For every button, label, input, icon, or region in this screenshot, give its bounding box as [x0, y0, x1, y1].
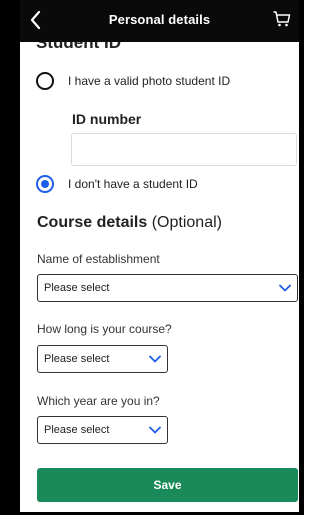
id-number-label: ID number	[72, 111, 142, 127]
course-details-heading: Course details	[37, 214, 148, 231]
radio-label: I don't have a student ID	[68, 177, 198, 191]
radio-button-selected[interactable]	[36, 175, 54, 193]
chevron-down-icon	[279, 284, 291, 292]
course-length-select[interactable]: Please select	[37, 345, 168, 373]
optional-tag: (Optional)	[151, 214, 222, 231]
id-number-input[interactable]	[71, 133, 297, 166]
radio-no-student-id[interactable]: I don't have a student ID	[36, 175, 198, 193]
radio-button[interactable]	[36, 72, 54, 90]
page-title: Personal details	[108, 12, 211, 27]
course-length-select-value: Please select	[44, 353, 110, 365]
year-select-value: Please select	[44, 424, 110, 436]
chevron-down-icon	[149, 355, 161, 363]
year-select[interactable]: Please select	[37, 416, 168, 444]
establishment-select-value: Please select	[44, 282, 110, 294]
app-header: Personal details	[20, 0, 299, 42]
course-details-title: Course details (Optional)	[37, 214, 222, 232]
radio-valid-student-id[interactable]: I have a valid photo student ID	[36, 72, 230, 90]
form-content: Student ID I have a valid photo student …	[20, 42, 299, 512]
year-label: Which year are you in?	[37, 394, 160, 408]
course-length-label: How long is your course?	[37, 322, 172, 336]
establishment-select[interactable]: Please select	[37, 274, 298, 302]
chevron-down-icon	[149, 426, 161, 434]
save-button[interactable]: Save	[37, 468, 298, 502]
establishment-label: Name of establishment	[37, 252, 160, 266]
student-id-heading: Student ID	[36, 42, 121, 52]
radio-label: I have a valid photo student ID	[68, 74, 231, 88]
right-frame	[299, 0, 304, 515]
cart-icon[interactable]	[272, 9, 292, 29]
left-frame	[0, 0, 20, 515]
